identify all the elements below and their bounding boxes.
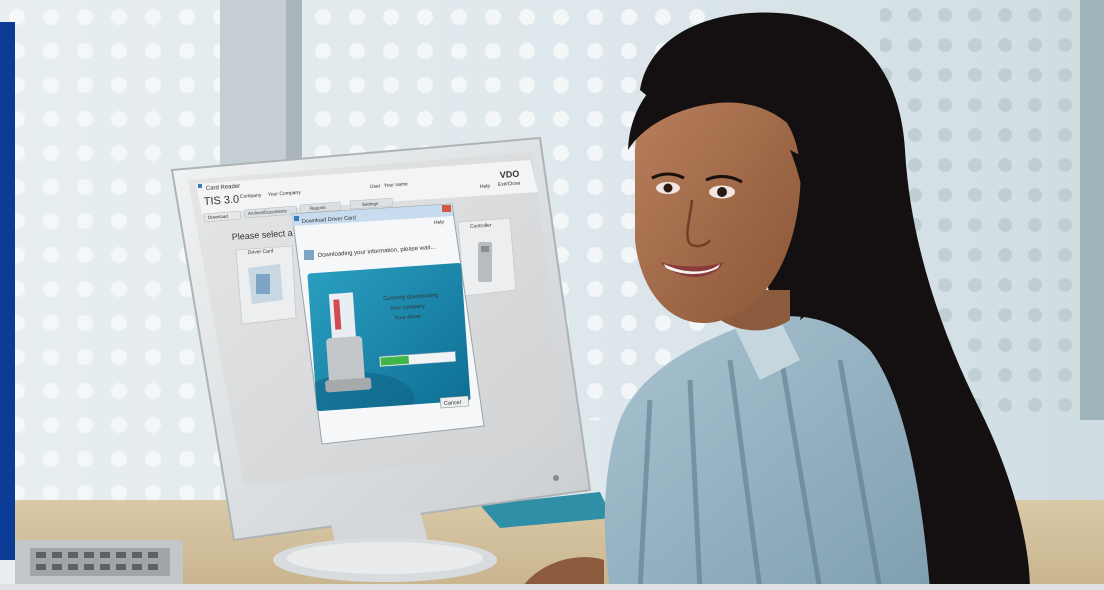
cancel-button[interactable]: Cancel <box>439 395 470 409</box>
cancel-button-label: Cancel <box>444 400 462 407</box>
photo-frame: Card Reader TIS 3.0 VDO Company Your Com… <box>0 0 1104 590</box>
bottom-strip <box>0 584 1104 590</box>
card-graphic <box>328 292 357 340</box>
dialog-help-link[interactable]: Help <box>434 219 445 226</box>
app-name: TIS 3.0 <box>203 194 239 208</box>
card-reader-icon <box>304 250 314 260</box>
accent-bar <box>0 22 15 560</box>
reader-graphic <box>326 336 365 385</box>
stock-photo: Card Reader TIS 3.0 VDO Company Your Com… <box>0 0 1104 590</box>
controller-tile[interactable]: Controller <box>457 217 517 297</box>
calculator <box>15 540 183 590</box>
brand-logo: VDO <box>499 169 519 180</box>
help-link[interactable]: Help <box>480 183 491 190</box>
user-label: User <box>370 183 381 190</box>
window-pillar-right <box>1080 0 1104 420</box>
driver-card-tile[interactable]: Driver Card <box>235 245 297 325</box>
dialog-close-button[interactable] <box>442 205 451 212</box>
window-frosted-pattern-left <box>0 0 220 540</box>
